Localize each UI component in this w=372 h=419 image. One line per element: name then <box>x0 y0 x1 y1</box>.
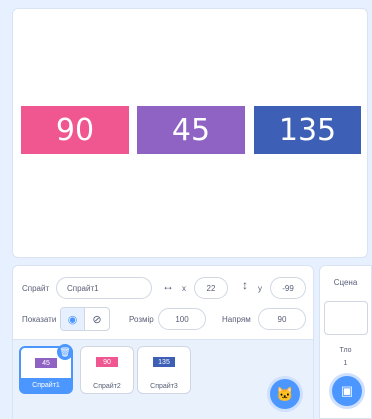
backdrop-thumbnail[interactable] <box>324 301 368 335</box>
visibility-toggle: ◉ ⊘ <box>60 307 110 331</box>
size-input[interactable]: 100 <box>158 308 206 330</box>
choose-sprite-button[interactable]: 🐱 <box>267 376 303 412</box>
horizontal-arrows-icon: ↔ <box>162 279 174 293</box>
sprite-thumb-preview: 135 <box>153 357 175 367</box>
show-label: Показати <box>22 315 57 324</box>
sprite-thumb-name: Спрайт1 <box>21 378 71 392</box>
sprite-pane: Спрайт Спрайт1 ↔ x 22 ↕ y -99 Показати ◉… <box>12 265 314 419</box>
sprite-info: Спрайт Спрайт1 ↔ x 22 ↕ y -99 Показати ◉… <box>13 266 313 340</box>
stage-pane[interactable]: Сцена Тло 1 ▣ <box>319 265 372 419</box>
choose-backdrop-button[interactable]: ▣ <box>329 373 365 409</box>
eye-icon: ◉ <box>67 313 78 326</box>
hide-button[interactable]: ⊘ <box>85 308 109 330</box>
y-label: y <box>258 284 262 293</box>
backdrops-label: Тло <box>339 347 352 354</box>
delete-sprite-button[interactable]: 🗑 <box>57 344 73 360</box>
stage[interactable]: 90 45 135 <box>12 8 368 258</box>
choose-backdrop-icon: ▣ <box>340 383 354 398</box>
vertical-arrows-icon: ↕ <box>242 278 248 292</box>
choose-sprite-icon: 🐱 <box>276 385 294 402</box>
sprite-label: Спрайт <box>22 284 50 293</box>
backdrops-count: 1 <box>343 360 348 367</box>
sprite-thumb-preview: 45 <box>35 358 57 368</box>
x-label: x <box>182 284 186 293</box>
stage-box-90: 90 <box>21 106 129 154</box>
sprite-thumb-2[interactable]: 90 Спрайт2 <box>80 346 134 394</box>
eye-slash-icon: ⊘ <box>92 313 102 326</box>
sprite-thumb-name: Спрайт3 <box>150 382 178 390</box>
sprite-thumb-preview: 90 <box>96 357 118 367</box>
trash-icon: 🗑 <box>59 346 71 357</box>
sprite-thumb-3[interactable]: 135 Спрайт3 <box>137 346 191 394</box>
sprite-name-input[interactable]: Спрайт1 <box>56 277 152 299</box>
size-label: Розмір <box>129 315 154 324</box>
y-input[interactable]: -99 <box>270 277 306 299</box>
stage-box-45: 45 <box>137 106 245 154</box>
stage-pane-title: Сцена <box>333 278 358 287</box>
stage-box-135: 135 <box>254 106 361 154</box>
direction-label: Напрям <box>222 315 251 324</box>
sprite-thumb-name: Спрайт2 <box>93 382 121 390</box>
show-button[interactable]: ◉ <box>61 308 85 330</box>
direction-input[interactable]: 90 <box>258 308 306 330</box>
x-input[interactable]: 22 <box>194 277 228 299</box>
